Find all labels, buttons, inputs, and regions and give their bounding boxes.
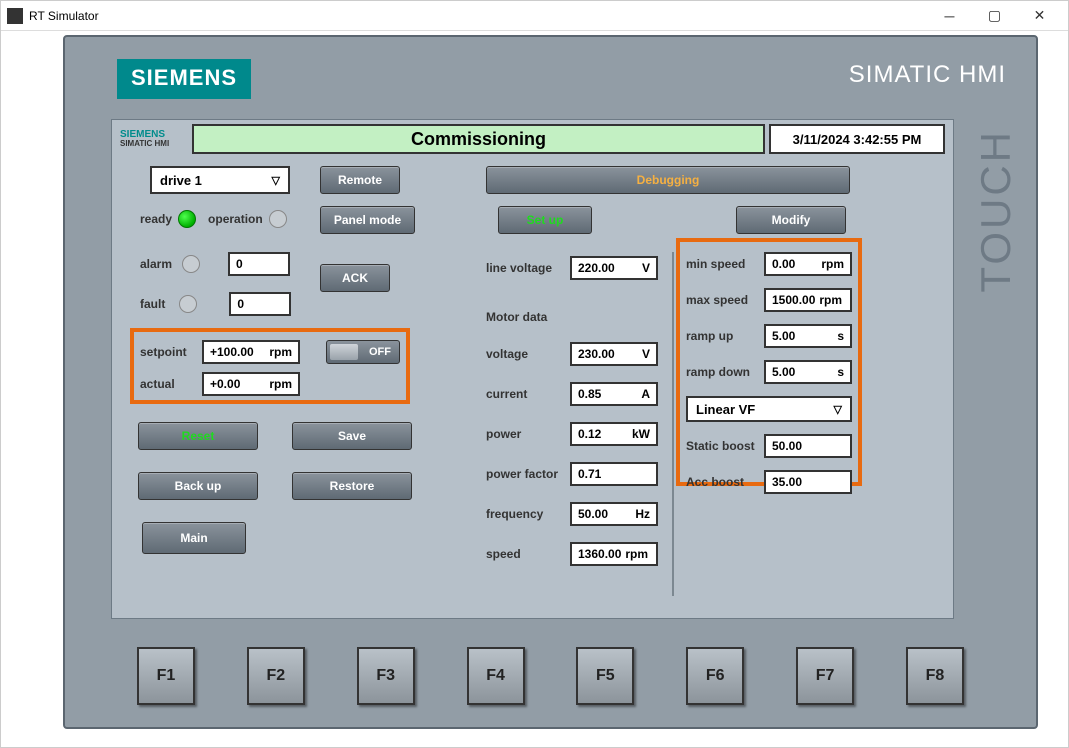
app-icon [7, 8, 23, 24]
f2-key[interactable]: F2 [247, 647, 305, 705]
current-field[interactable]: 0.85A [570, 382, 658, 406]
min-speed-field[interactable]: 0.00rpm [764, 252, 852, 276]
main-button[interactable]: Main [142, 522, 246, 554]
fault-label: fault [140, 297, 165, 311]
ack-button[interactable]: ACK [320, 264, 390, 292]
line-voltage-field[interactable]: 220.00V [570, 256, 658, 280]
power-field[interactable]: 0.12kW [570, 422, 658, 446]
modify-button[interactable]: Modify [736, 206, 846, 234]
current-label: current [486, 387, 570, 401]
f4-key[interactable]: F4 [467, 647, 525, 705]
chevron-down-icon: ▽ [834, 403, 842, 416]
frequency-label: frequency [486, 507, 570, 521]
window-minimize-button[interactable]: ─ [927, 2, 972, 30]
alarm-label: alarm [140, 257, 172, 271]
alarm-value[interactable]: 0 [228, 252, 290, 276]
f1-key[interactable]: F1 [137, 647, 195, 705]
motor-data-heading: Motor data [486, 310, 666, 324]
speed-field[interactable]: 1360.00rpm [570, 542, 658, 566]
powerfactor-label: power factor [486, 467, 570, 481]
touch-label: TOUCH [972, 129, 1020, 293]
simatic-hmi-label: SIMATIC HMI [849, 61, 1006, 89]
max-speed-field[interactable]: 1500.00rpm [764, 288, 852, 312]
ramp-down-field[interactable]: 5.00s [764, 360, 852, 384]
hmi-bezel: SIEMENS SIMATIC HMI TOUCH SIEMENS SIMATI… [63, 35, 1038, 729]
voltage-field[interactable]: 230.00V [570, 342, 658, 366]
fault-led-icon [179, 295, 197, 313]
alarm-led-icon [182, 255, 200, 273]
setpoint-label: setpoint [140, 345, 196, 359]
page-title: Commissioning [192, 124, 765, 154]
setpoint-toggle[interactable]: OFF [326, 340, 400, 364]
ramp-up-field[interactable]: 5.00s [764, 324, 852, 348]
operation-label: operation [208, 212, 263, 226]
voltage-label: voltage [486, 347, 570, 361]
window-close-button[interactable]: ✕ [1017, 2, 1062, 30]
vertical-separator [672, 252, 674, 596]
f8-key[interactable]: F8 [906, 647, 964, 705]
hmi-screen: SIEMENS SIMATIC HMI Commissioning 3/11/2… [111, 119, 954, 619]
static-boost-field[interactable]: 50.00 [764, 434, 852, 458]
drive-select[interactable]: drive 1▽ [150, 166, 290, 194]
min-speed-label: min speed [686, 257, 764, 271]
backup-button[interactable]: Back up [138, 472, 258, 500]
mini-brand: SIEMENS SIMATIC HMI [120, 124, 192, 154]
debugging-button[interactable]: Debugging [486, 166, 850, 194]
reset-button[interactable]: Reset [138, 422, 258, 450]
actual-label: actual [140, 377, 196, 391]
ready-led-icon [178, 210, 196, 228]
ready-label: ready [140, 212, 172, 226]
ramp-up-label: ramp up [686, 329, 764, 343]
power-label: power [486, 427, 570, 441]
chevron-down-icon: ▽ [272, 174, 280, 187]
line-voltage-label: line voltage [486, 261, 570, 275]
f7-key[interactable]: F7 [796, 647, 854, 705]
siemens-logo: SIEMENS [117, 59, 251, 99]
frequency-field[interactable]: 50.00Hz [570, 502, 658, 526]
operation-led-icon [269, 210, 287, 228]
save-button[interactable]: Save [292, 422, 412, 450]
max-speed-label: max speed [686, 293, 764, 307]
f6-key[interactable]: F6 [686, 647, 744, 705]
vf-mode-select[interactable]: Linear VF▽ [686, 396, 852, 422]
acc-boost-label: Acc boost [686, 475, 764, 489]
panel-mode-button[interactable]: Panel mode [320, 206, 415, 234]
remote-button[interactable]: Remote [320, 166, 400, 194]
ramp-down-label: ramp down [686, 365, 764, 379]
datetime-display: 3/11/2024 3:42:55 PM [769, 124, 945, 154]
window-maximize-button[interactable]: ▢ [972, 2, 1017, 30]
setpoint-field[interactable]: +100.00rpm [202, 340, 300, 364]
setup-button[interactable]: Set up [498, 206, 592, 234]
speed-label: speed [486, 547, 570, 561]
function-key-row: F1 F2 F3 F4 F5 F6 F7 F8 [137, 647, 964, 709]
restore-button[interactable]: Restore [292, 472, 412, 500]
acc-boost-field[interactable]: 35.00 [764, 470, 852, 494]
powerfactor-field[interactable]: 0.71 [570, 462, 658, 486]
f5-key[interactable]: F5 [576, 647, 634, 705]
fault-value[interactable]: 0 [229, 292, 291, 316]
f3-key[interactable]: F3 [357, 647, 415, 705]
actual-field: +0.00rpm [202, 372, 300, 396]
window-titlebar: RT Simulator ─ ▢ ✕ [1, 1, 1068, 31]
static-boost-label: Static boost [686, 439, 764, 453]
window-title: RT Simulator [29, 9, 927, 23]
